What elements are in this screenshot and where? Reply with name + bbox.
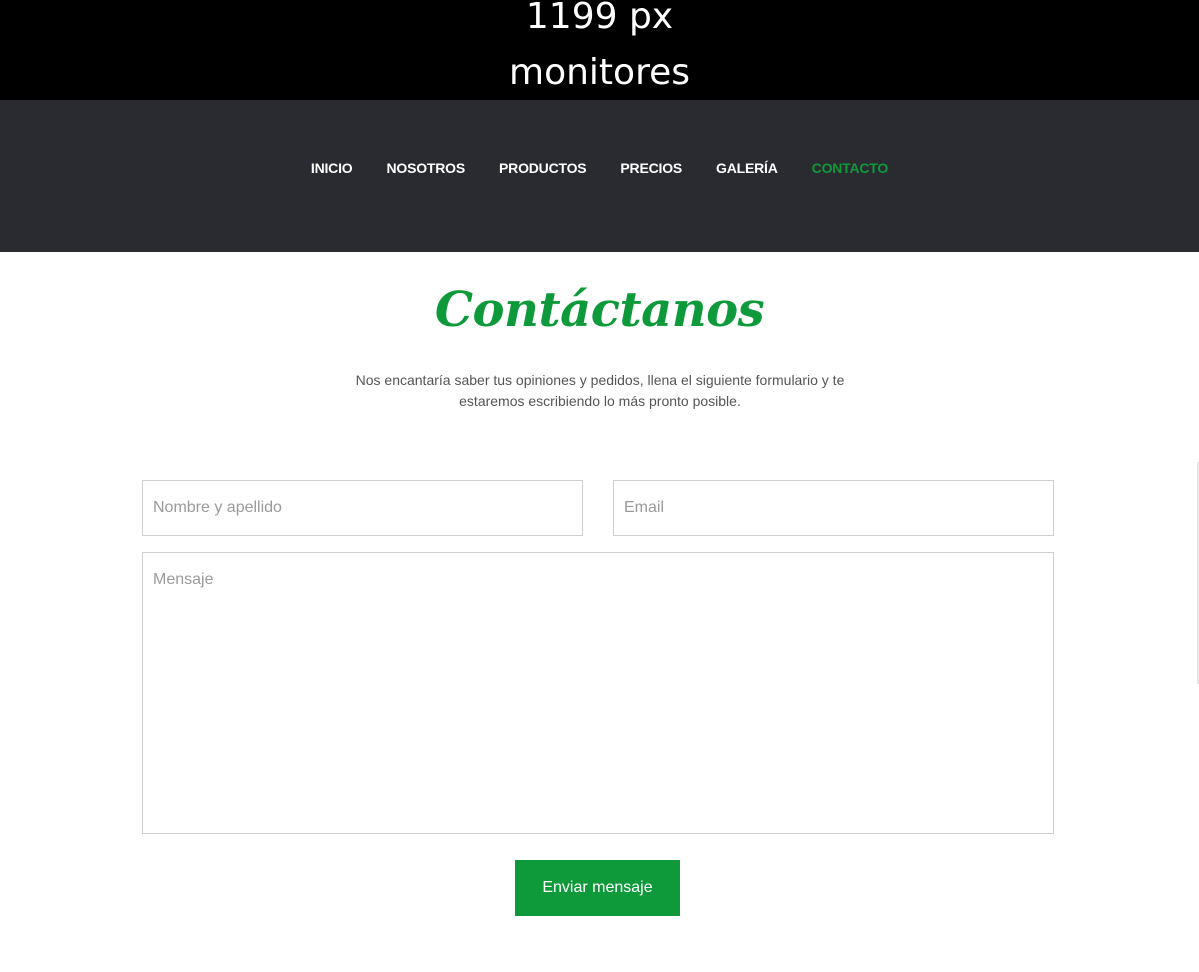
- main-navbar: INICIO NOSOTROS PRODUCTOS PRECIOS GALERÍ…: [0, 100, 1199, 252]
- nav-item-nosotros[interactable]: NOSOTROS: [386, 160, 465, 176]
- nav-item-precios[interactable]: PRECIOS: [620, 160, 682, 176]
- banner-device-text: monitores: [509, 52, 690, 93]
- nav-menu: INICIO NOSOTROS PRODUCTOS PRECIOS GALERÍ…: [0, 160, 1199, 176]
- name-input[interactable]: [142, 480, 583, 536]
- intro-text: Nos encantaría saber tus opiniones y ped…: [355, 372, 845, 409]
- page-title: Contáctanos: [434, 282, 765, 338]
- nav-item-productos[interactable]: PRODUCTOS: [499, 160, 587, 176]
- resolution-banner: 1199 px monitores: [0, 0, 1199, 100]
- nav-item-inicio[interactable]: INICIO: [311, 160, 353, 176]
- send-message-button[interactable]: Enviar mensaje: [515, 860, 680, 916]
- nav-item-galeria[interactable]: GALERÍA: [716, 160, 778, 176]
- message-textarea[interactable]: [142, 552, 1054, 834]
- banner-resolution-text: 1199 px: [525, 0, 674, 37]
- nav-item-contacto[interactable]: CONTACTO: [812, 160, 889, 176]
- email-input[interactable]: [613, 480, 1054, 536]
